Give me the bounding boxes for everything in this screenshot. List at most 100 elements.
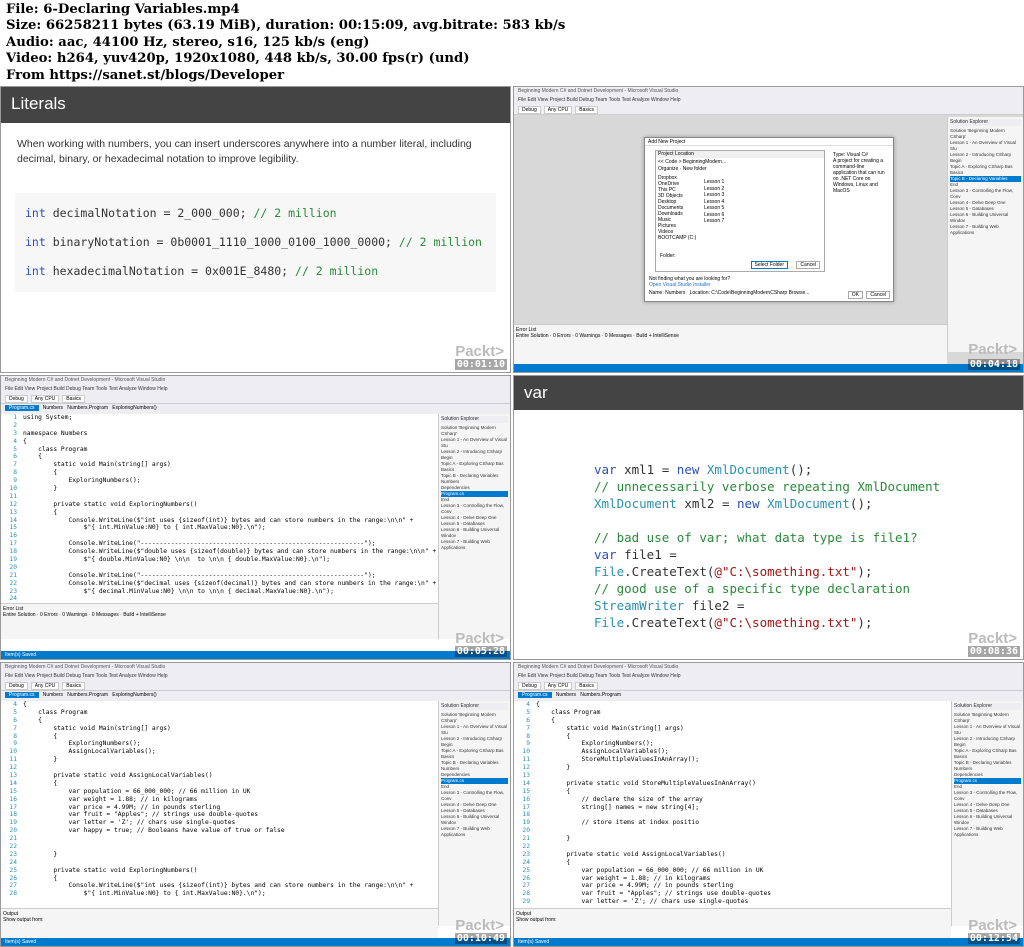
tab-program[interactable]: Program.cs: [5, 405, 39, 411]
tree-item[interactable]: Lesson 3 - Controlling the Flow, Conv: [954, 790, 1021, 802]
code-line[interactable]: 25 private static void ExploringNumbers(…: [1, 867, 438, 875]
code-line[interactable]: 6 {: [514, 717, 951, 725]
code-line[interactable]: 17 string[] names = new string[4];: [514, 804, 951, 812]
code-line[interactable]: 11 }: [1, 756, 438, 764]
code-line[interactable]: 17 Console.WriteLine("------------------…: [1, 540, 438, 548]
code-line[interactable]: 21: [1, 835, 438, 843]
code-line[interactable]: 22: [514, 843, 951, 851]
code-line[interactable]: 27 Console.WriteLine($"int uses {sizeof(…: [1, 882, 438, 890]
browse-button[interactable]: Browse...: [789, 290, 810, 296]
code-line[interactable]: 11 StoreMultipleValuesInAnArray();: [514, 756, 951, 764]
tree-item[interactable]: Lesson 1 - An Overview of Visual Stu: [441, 437, 508, 449]
code-editor[interactable]: 1 using System; 2 3 namespace Numbers 4{5 cla…: [1, 414, 438, 610]
code-line[interactable]: 25 var population = 66_000_000; // 66 mi…: [514, 867, 951, 875]
warnings-filter[interactable]: 0 Warnings: [575, 333, 600, 339]
code-line[interactable]: 16: [1, 532, 438, 540]
location-field[interactable]: C:\Code\BeginningModernCSharp: [711, 290, 787, 296]
menu-bar[interactable]: File Edit View Project Build Debug Team …: [514, 97, 1023, 105]
tree-item[interactable]: Solution 'Beginning Modern CSharp': [441, 712, 508, 724]
code-line[interactable]: 9 ExploringNumbers();: [1, 740, 438, 748]
config-select[interactable]: Debug: [518, 106, 541, 114]
tab-program[interactable]: Program.cs: [5, 692, 39, 698]
code-line[interactable]: 12 }: [514, 764, 951, 772]
nav-project[interactable]: Numbers: [43, 405, 63, 411]
tree-item[interactable]: Lesson 3 - Controlling the Flow, Conv: [950, 188, 1021, 200]
code-line[interactable]: 24: [1, 859, 438, 867]
code-line[interactable]: 23 $"{ decimal.MinValue:N0} \n\n to \n\n…: [1, 588, 438, 596]
code-line[interactable]: 22 Console.WriteLine($"decimal uses {siz…: [1, 580, 438, 588]
code-line[interactable]: 8 {: [514, 733, 951, 741]
code-line[interactable]: 4{: [1, 438, 438, 446]
nav-member[interactable]: ExploringNumbers(): [112, 692, 156, 698]
place-item[interactable]: BOOTCAMP (C:): [658, 235, 698, 241]
code-line[interactable]: 13 private static void AssignLocalVariab…: [1, 772, 438, 780]
code-line[interactable]: 20: [1, 564, 438, 572]
code-line[interactable]: 8 {: [1, 733, 438, 741]
code-line[interactable]: 20: [514, 827, 951, 835]
startup-select[interactable]: Basics: [575, 682, 599, 690]
address-bar[interactable]: << Code > BeginningModern...: [656, 158, 824, 165]
errors-filter[interactable]: 0 Errors: [40, 612, 58, 618]
code-line[interactable]: 19 var letter = 'Z'; // chars use single…: [1, 819, 438, 827]
nav-class[interactable]: Numbers.Program: [580, 692, 621, 698]
code-line[interactable]: 24 {: [514, 859, 951, 867]
code-line[interactable]: 7 static void Main(string[] args): [1, 725, 438, 733]
picker-cancel-button[interactable]: Cancel: [796, 261, 820, 269]
code-line[interactable]: 18 Console.WriteLine($"double uses {size…: [1, 548, 438, 556]
platform-select[interactable]: Any CPU: [30, 682, 60, 690]
code-line[interactable]: 28 $"{ int.MinValue:N0} to { int.MaxValu…: [1, 890, 438, 898]
tree-item[interactable]: Solution 'Beginning Modern CSharp': [441, 425, 508, 437]
code-line[interactable]: 21 }: [514, 835, 951, 843]
tree-item[interactable]: Lesson 1 - An Overview of Visual Stu: [950, 140, 1021, 152]
select-folder-button[interactable]: Select Folder: [750, 261, 788, 269]
cancel-button[interactable]: Cancel: [866, 291, 890, 299]
code-line[interactable]: 6 {: [1, 717, 438, 725]
organize-button[interactable]: Organize: [658, 166, 678, 172]
code-line[interactable]: 2: [1, 422, 438, 430]
nav-project[interactable]: Numbers: [556, 692, 576, 698]
nav-class[interactable]: Numbers.Program: [67, 405, 108, 411]
code-line[interactable]: 4{: [1, 701, 438, 709]
messages-filter[interactable]: 0 Messages: [92, 612, 119, 618]
code-line[interactable]: 18 var fruit = "Apples"; // strings use …: [1, 811, 438, 819]
code-line[interactable]: 17 var price = 4.99M; // in pounds sterl…: [1, 804, 438, 812]
startup-select[interactable]: Basics: [62, 395, 86, 403]
code-line[interactable]: 10 AssignLocalVariables();: [514, 748, 951, 756]
config-select[interactable]: Debug: [5, 395, 28, 403]
tree-item[interactable]: Solution 'Beginning Modern CSharp': [954, 712, 1021, 724]
tree-item[interactable]: Lesson 7 - Building Web Applications: [441, 826, 508, 838]
code-line[interactable]: 7 static void Main(string[] args): [514, 725, 951, 733]
code-line[interactable]: 28 var fruit = "Apples"; // strings use …: [514, 890, 951, 898]
startup-select[interactable]: Basics: [62, 682, 86, 690]
code-line[interactable]: 6 {: [1, 453, 438, 461]
platform-select[interactable]: Any CPU: [543, 682, 573, 690]
code-line[interactable]: 16 // declare the size of the array: [514, 796, 951, 804]
code-line[interactable]: 12: [1, 764, 438, 772]
code-line[interactable]: 21 Console.WriteLine("------------------…: [1, 572, 438, 580]
code-line[interactable]: 23 }: [1, 851, 438, 859]
code-line[interactable]: 20 var happy = true; // Booleans have va…: [1, 827, 438, 835]
code-line[interactable]: 5 class Program: [1, 446, 438, 454]
code-line[interactable]: 15 var population = 66_000_000; // 66 mi…: [1, 788, 438, 796]
code-line[interactable]: 14 Console.WriteLine($"int uses {sizeof(…: [1, 517, 438, 525]
nav-class[interactable]: Numbers.Program: [67, 692, 108, 698]
code-line[interactable]: 14 private static void StoreMultipleValu…: [514, 780, 951, 788]
nav-member[interactable]: ExploringNumbers(): [112, 405, 156, 411]
tab-program[interactable]: Program.cs: [518, 692, 552, 698]
code-line[interactable]: 8 {: [1, 469, 438, 477]
code-editor[interactable]: 4{5 class Program 6 {7 static void Main(s…: [514, 701, 951, 906]
folder-item[interactable]: Lesson 3: [704, 192, 724, 199]
code-line[interactable]: 13: [514, 772, 951, 780]
tree-item[interactable]: Solution 'Beginning Modern CSharp': [950, 128, 1021, 140]
code-line[interactable]: 14 {: [1, 780, 438, 788]
tree-item[interactable]: Lesson 6 - Building Universal Windov: [950, 212, 1021, 224]
tree-item[interactable]: Lesson 3 - Controlling the Flow, Conv: [441, 503, 508, 515]
menu-bar[interactable]: File Edit View Project Build Debug Team …: [514, 673, 1023, 681]
errors-filter[interactable]: 0 Errors: [553, 333, 571, 339]
config-select[interactable]: Debug: [5, 682, 28, 690]
code-line[interactable]: 9 ExploringNumbers();: [514, 740, 951, 748]
code-line[interactable]: 19 // store items at index positio: [514, 819, 951, 827]
code-line[interactable]: 26 var weight = 1.88; // in kilograms: [514, 875, 951, 883]
code-line[interactable]: 29 var letter = 'Z'; // chars use single…: [514, 898, 951, 906]
messages-filter[interactable]: 0 Messages: [605, 333, 632, 339]
